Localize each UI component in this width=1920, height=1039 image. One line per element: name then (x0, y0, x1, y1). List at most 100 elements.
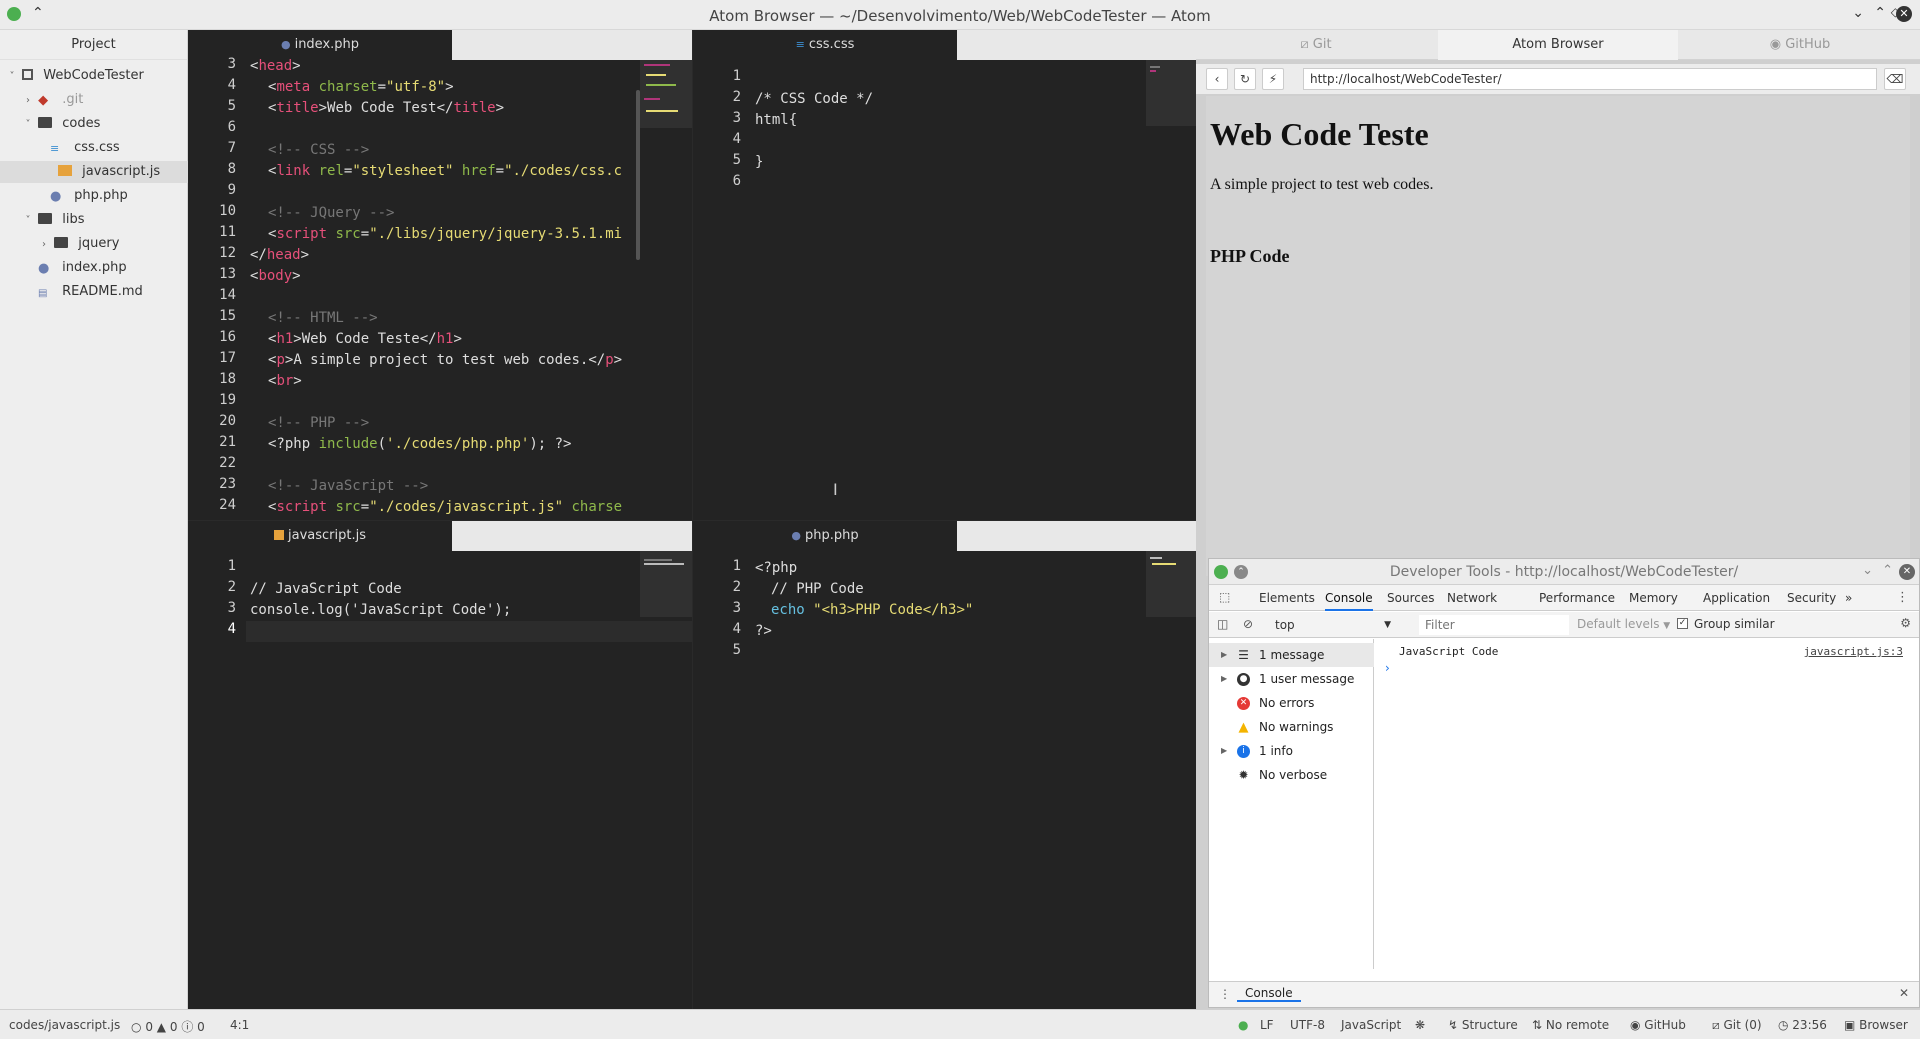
tree-item-readme[interactable]: ▤ README.md (0, 281, 188, 303)
webview[interactable]: Web Code Teste A simple project to test … (1206, 96, 1910, 576)
status-cursor-position[interactable]: 4:1 (230, 1018, 249, 1032)
status-diagnostics[interactable]: ○ 0 ▲ 0 ⓘ 0 (131, 1018, 205, 1035)
status-file-path[interactable]: codes/javascript.js (9, 1018, 120, 1032)
tab-github[interactable]: ◉ GitHub (1680, 30, 1920, 60)
sidebar-item-user-messages[interactable]: ▶ ● 1 user message (1209, 667, 1374, 691)
console-filter-input[interactable] (1419, 615, 1569, 635)
close-devtools-button[interactable]: ✕ (1899, 564, 1915, 580)
console-output[interactable]: JavaScript Code javascript.js:3 › (1375, 639, 1919, 969)
tree-item-css[interactable]: ≡ css.css (0, 137, 188, 159)
dropdown-arrow-icon: ▼ (1384, 620, 1391, 630)
broadcast-icon[interactable]: ❋ (1415, 1018, 1425, 1032)
back-button[interactable]: ‹ (1206, 68, 1228, 90)
close-drawer-icon[interactable]: ✕ (1899, 986, 1909, 1000)
git-icon: ◆ (38, 93, 49, 108)
tree-item-git[interactable]: › ◆ .git (0, 89, 188, 111)
maximize-icon[interactable]: ⌃ (1882, 563, 1893, 578)
status-structure[interactable]: ↯ Structure (1448, 1018, 1518, 1032)
devtools-drawer: ⋮ Console ✕ (1209, 981, 1919, 1007)
tab-git[interactable]: ⧄ Git (1196, 30, 1436, 60)
tab-performance[interactable]: Performance (1539, 585, 1615, 611)
tab-console[interactable]: Console (1325, 585, 1373, 611)
tree-item-libs[interactable]: ˅ libs (0, 209, 188, 231)
status-grammar[interactable]: JavaScript (1341, 1018, 1401, 1032)
kebab-menu-icon[interactable]: ⋮ (1896, 590, 1909, 605)
tree-item-php[interactable]: ● php.php (0, 185, 188, 207)
status-browser[interactable]: ▣ Browser (1844, 1018, 1908, 1032)
reload-button[interactable]: ↻ (1234, 68, 1256, 90)
sidebar-toggle-icon[interactable]: ◫ (1217, 617, 1228, 631)
status-git[interactable]: ⧄ Git (0) (1712, 1018, 1762, 1033)
line-number-gutter: 1 2 3 4 5 6 (693, 60, 751, 520)
devtools-toggle-button[interactable]: ⌫ (1884, 68, 1906, 90)
minimap[interactable] (640, 60, 692, 128)
js-file-icon (58, 165, 72, 176)
tab-elements[interactable]: Elements (1259, 585, 1315, 611)
inspect-icon[interactable]: ⬚ (1219, 590, 1230, 604)
sidebar-item-warnings[interactable]: ▲ No warnings (1209, 715, 1374, 739)
gear-icon[interactable]: ⚙ (1900, 616, 1911, 630)
minimap[interactable] (1146, 60, 1196, 126)
page-subheading: PHP Code (1210, 246, 1290, 266)
tree-item-index[interactable]: ● index.php (0, 257, 188, 279)
tab-php-php[interactable]: ● php.php (693, 521, 957, 551)
group-similar-checkbox[interactable]: ✓ (1677, 618, 1688, 629)
tab-security[interactable]: Security (1787, 585, 1836, 611)
sidebar-item-errors[interactable]: ✕ No errors (1209, 691, 1374, 715)
status-encoding[interactable]: UTF-8 (1290, 1018, 1325, 1032)
tab-css-css[interactable]: ≡ css.css (693, 30, 957, 60)
minimap[interactable] (1146, 551, 1196, 617)
code-editor-php[interactable]: <?php // PHP Code echo "<h3>PHP Code</h3… (751, 551, 1196, 1009)
status-remote[interactable]: ⇅ No remote (1532, 1018, 1609, 1032)
tab-application[interactable]: Application (1703, 585, 1770, 611)
code-editor-index[interactable]: <head> <meta charset="utf-8"> <title>Web… (246, 58, 692, 520)
vertical-scrollbar[interactable] (636, 90, 640, 260)
status-time[interactable]: ◷ 23:56 (1778, 1018, 1827, 1032)
tab-javascript-js[interactable]: javascript.js (188, 521, 452, 551)
context-select[interactable]: top ▼ (1265, 615, 1395, 635)
status-line-ending[interactable]: LF (1260, 1018, 1274, 1032)
more-tabs-button[interactable]: » (1845, 585, 1852, 611)
levels-select[interactable]: Default levels ▼ (1577, 617, 1670, 631)
code-editor-javascript[interactable]: // JavaScript Code console.log('JavaScri… (246, 551, 692, 1009)
minimize-icon[interactable]: ⌄ (1852, 5, 1864, 21)
code-line: <script src="./libs/jquery/jquery-3.5.1.… (268, 226, 623, 242)
tree-item-codes[interactable]: ˅ codes (0, 113, 188, 135)
code-line: <h1>Web Code Teste</h1> (268, 331, 462, 347)
console-source-link[interactable]: javascript.js:3 (1804, 645, 1903, 658)
page-heading: Web Code Teste (1210, 116, 1429, 152)
tab-network[interactable]: Network (1447, 585, 1497, 611)
drawer-menu-icon[interactable]: ⋮ (1219, 987, 1231, 1001)
clear-console-icon[interactable]: ⊘ (1243, 617, 1253, 631)
tab-sources[interactable]: Sources (1387, 585, 1434, 611)
sidebar-item-messages[interactable]: ▶ ☰ 1 message (1209, 643, 1374, 667)
code-line: <title>Web Code Test</title> (268, 100, 505, 116)
sidebar-item-info[interactable]: ▶ i 1 info (1209, 739, 1374, 763)
warning-icon: ▲ (156, 1020, 167, 1034)
code-line: <!-- PHP --> (268, 415, 370, 431)
git-icon: ⧄ (1712, 1018, 1724, 1032)
maximize-icon[interactable]: ⌃ (1874, 5, 1886, 21)
close-window-button[interactable]: ✕ (1896, 6, 1912, 22)
live-reload-button[interactable]: ⚡ (1262, 68, 1284, 90)
drawer-tab-console[interactable]: Console (1237, 986, 1301, 1002)
repo-icon (22, 69, 34, 80)
sidebar-item-verbose[interactable]: ✹ No verbose (1209, 763, 1374, 787)
browser-icon: ▣ (1844, 1018, 1860, 1032)
status-github[interactable]: ◉ GitHub (1630, 1018, 1686, 1032)
tree-item-javascript[interactable]: javascript.js (0, 161, 188, 183)
minimap[interactable] (640, 551, 692, 617)
text-cursor-icon: I (833, 480, 838, 499)
tree-item-root[interactable]: ˅ WebCodeTester (0, 65, 188, 87)
js-file-icon (274, 530, 284, 540)
url-input[interactable]: http://localhost/WebCodeTester/ (1303, 68, 1877, 90)
code-line: console.log('JavaScript Code'); (250, 602, 512, 618)
code-editor-css[interactable]: /* CSS Code */ html{ } (751, 60, 1196, 520)
editor-pane-javascript: javascript.js 1 2 3 4 // JavaScript Code… (188, 521, 692, 1009)
tab-memory[interactable]: Memory (1629, 585, 1678, 611)
console-prompt-icon[interactable]: › (1385, 661, 1390, 675)
minimize-icon[interactable]: ⌄ (1862, 563, 1873, 578)
tree-item-jquery[interactable]: › jquery (0, 233, 188, 255)
chevron-down-icon: ˅ (25, 119, 31, 130)
tab-atom-browser[interactable]: Atom Browser (1438, 30, 1678, 60)
